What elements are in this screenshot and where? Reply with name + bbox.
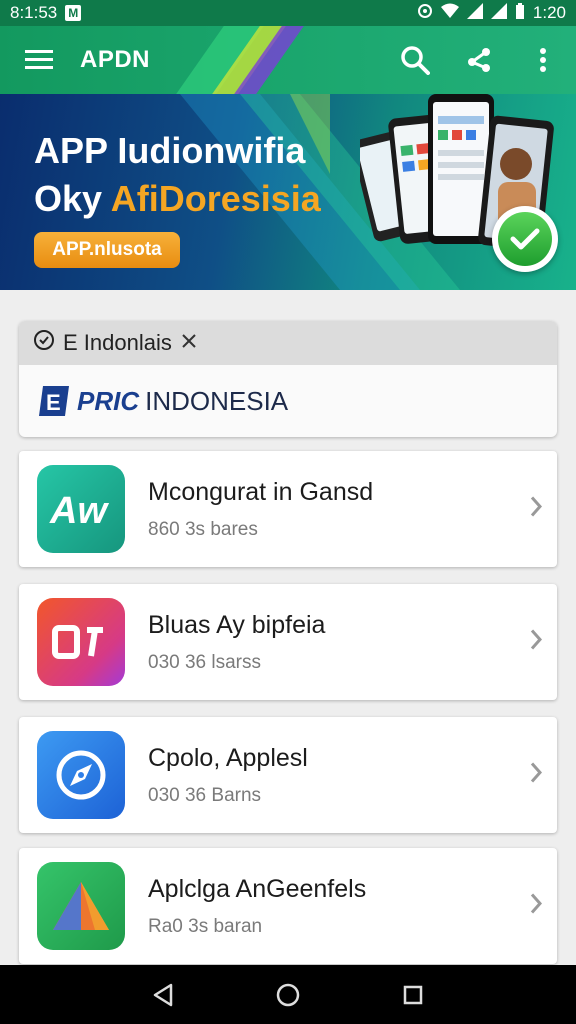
more-vert-icon[interactable] bbox=[528, 45, 558, 75]
sync-icon bbox=[417, 3, 433, 24]
banner-title-prefix: Oky bbox=[34, 178, 103, 219]
battery-icon bbox=[515, 2, 525, 24]
notification-icon: M bbox=[65, 5, 82, 21]
svg-text:Aw: Aw bbox=[49, 490, 109, 531]
svg-text:E: E bbox=[46, 390, 61, 415]
eprice-brand-bold: PRIC bbox=[77, 385, 140, 416]
search-icon[interactable] bbox=[400, 45, 430, 75]
app-list-item[interactable]: Aplclga AnGeenfels Ra0 3s baran bbox=[19, 848, 557, 964]
app-name: Cpolo, Applesl bbox=[148, 743, 308, 772]
chevron-right-icon bbox=[529, 892, 543, 921]
share-icon[interactable] bbox=[464, 45, 494, 75]
chevron-right-icon bbox=[529, 495, 543, 524]
close-icon[interactable] bbox=[180, 330, 198, 356]
app-subtitle: 030 36 Barns bbox=[148, 784, 262, 806]
store-card-body: E PRIC INDONESIA bbox=[19, 365, 557, 437]
app-list-item[interactable]: Aw Mcongurat in Gansd 860 3s bares bbox=[19, 451, 557, 567]
aw-icon: Aw bbox=[37, 465, 125, 553]
verified-check-icon bbox=[492, 206, 558, 272]
system-nav-bar bbox=[0, 965, 576, 1024]
store-card-header: E Indonlais bbox=[19, 321, 557, 365]
compass-icon bbox=[37, 731, 125, 819]
back-icon[interactable] bbox=[143, 975, 183, 1015]
chevron-right-icon bbox=[529, 761, 543, 790]
app-toolbar: APDN bbox=[0, 26, 576, 94]
os-icon bbox=[37, 598, 125, 686]
status-bar: 8:1:53 M 1:20 bbox=[0, 0, 576, 26]
signal-icon bbox=[466, 2, 483, 24]
triangle-icon bbox=[37, 862, 125, 950]
app-list-item[interactable]: Bluas Ay bipfeia 030 36 lsarss bbox=[19, 584, 557, 700]
app-subtitle: Ra0 3s baran bbox=[148, 915, 263, 937]
status-right-time: 1:20 bbox=[532, 3, 566, 22]
banner-title-line1: APP Iudionwifia bbox=[34, 130, 306, 171]
banner-title-line2: Oky AfiDoresisia bbox=[34, 178, 321, 220]
app-list-item[interactable]: Cpolo, Applesl 030 36 Barns bbox=[19, 717, 557, 833]
clock-icon bbox=[33, 329, 55, 357]
wifi-icon bbox=[440, 3, 459, 24]
store-card[interactable]: E Indonlais E PRIC INDONESIA bbox=[19, 321, 557, 437]
status-time: 8:1:53 bbox=[10, 3, 58, 22]
app-subtitle: 860 3s bares bbox=[148, 518, 258, 540]
app-name: Aplclga AnGeenfels bbox=[148, 874, 367, 903]
app-name: Bluas Ay bipfeia bbox=[148, 610, 326, 639]
app-brand: APDN bbox=[80, 46, 151, 73]
eprice-brand-rest: INDONESIA bbox=[145, 385, 289, 416]
app-subtitle: 030 36 lsarss bbox=[148, 651, 262, 673]
eprice-logo-icon: E bbox=[37, 384, 71, 418]
signal-icon-2 bbox=[490, 2, 507, 24]
promo-banner[interactable]: APP Iudionwifia Oky AfiDoresisia APP.nlu… bbox=[0, 94, 576, 290]
recents-icon[interactable] bbox=[393, 975, 433, 1015]
app-name: Mcongurat in Gansd bbox=[148, 477, 374, 506]
chevron-right-icon bbox=[529, 628, 543, 657]
banner-title-accent: AfiDoresisia bbox=[110, 178, 321, 219]
menu-icon[interactable] bbox=[24, 45, 54, 75]
home-icon[interactable] bbox=[268, 975, 308, 1015]
banner-cta-button[interactable]: APP.nlusota bbox=[34, 232, 180, 268]
store-card-header-label: E Indonlais bbox=[63, 330, 172, 355]
